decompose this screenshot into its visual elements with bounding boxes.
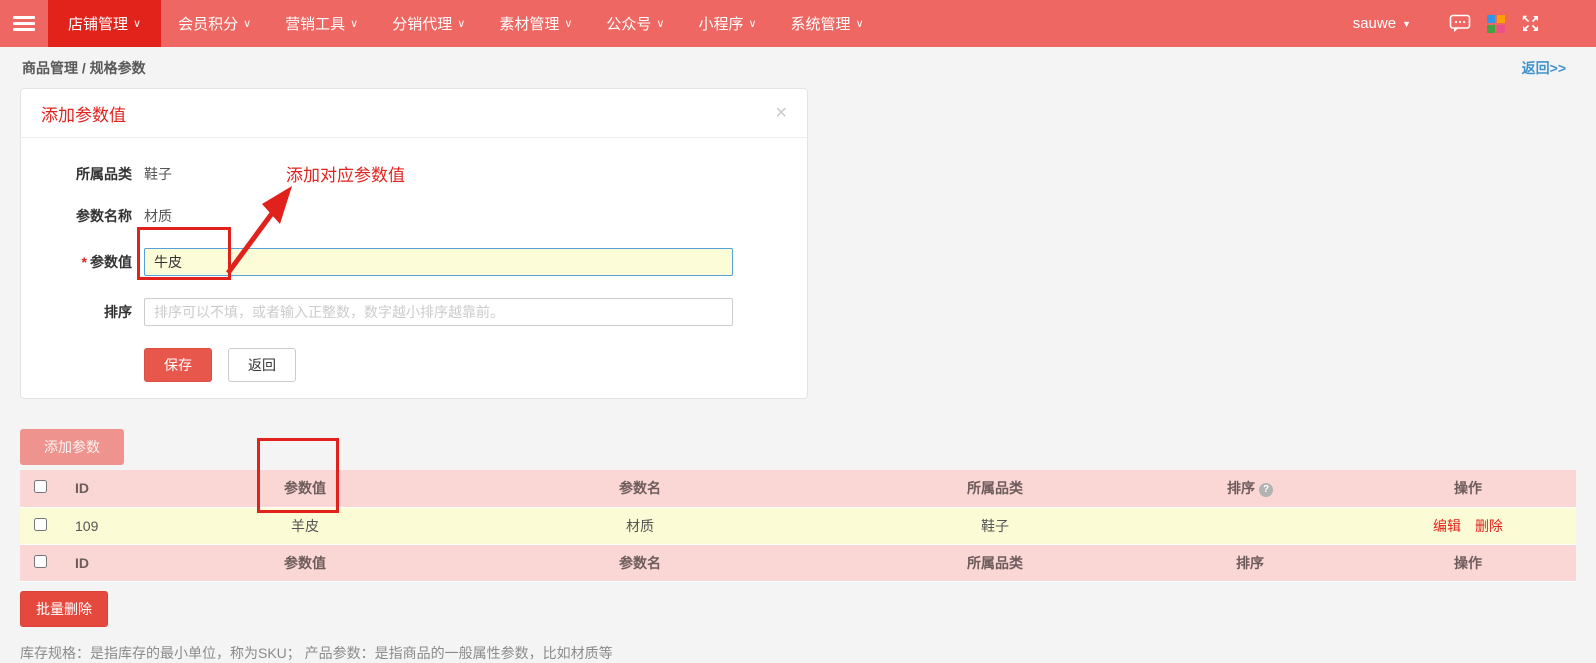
hamburger-icon [13,13,35,34]
add-param-button[interactable]: 添加参数 [20,429,124,465]
footer-category: 所属品类 [850,544,1140,581]
param-value-input[interactable] [144,248,733,276]
param-name-row: 参数名称 材质 [21,206,807,226]
footer-actions: 操作 [1360,544,1576,581]
chevron-down-icon: ∨ [656,17,664,30]
select-all-checkbox[interactable] [34,480,47,493]
messages-button[interactable] [1449,14,1471,33]
username: sauwe [1353,15,1396,32]
help-icon[interactable]: ? [1259,483,1273,497]
breadcrumb: 商品管理 / 规格参数 [22,58,146,78]
param-value-label: *参数值 [21,252,132,272]
chevron-down-icon: ∨ [856,17,864,30]
param-value-row: *参数值 [21,248,807,276]
hamburger-menu-button[interactable] [0,0,48,47]
category-label: 所属品类 [21,164,132,184]
cell-sort [1140,507,1360,544]
select-all-checkbox-bottom[interactable] [34,555,47,568]
panel-title: 添加参数值 [41,101,126,126]
nav-item-marketing-tools[interactable]: 营销工具 ∨ [268,0,375,47]
footer-id: ID [60,544,180,581]
sort-row: 排序 [21,298,807,326]
apps-grid-button[interactable] [1487,15,1505,33]
table-header-row: ID 参数值 参数名 所属品类 排序? 操作 [20,470,1576,507]
header-param-name: 参数名 [430,470,850,507]
footer-param-name: 参数名 [430,544,850,581]
sort-label: 排序 [21,302,132,322]
category-value: 鞋子 [144,164,172,184]
fullscreen-button[interactable] [1521,14,1540,33]
fullscreen-icon [1521,14,1540,33]
nav-item-member-points[interactable]: 会员积分 ∨ [161,0,268,47]
cell-param-value: 羊皮 [180,507,430,544]
header-id: ID [60,470,180,507]
chevron-down-icon: ∨ [350,17,358,30]
required-asterisk: * [82,254,87,270]
nav-item-label: 会员积分 [178,13,238,34]
top-navbar: 店铺管理 ∨ 会员积分 ∨ 营销工具 ∨ 分销代理 ∨ 素材管理 ∨ 公众号 ∨… [0,0,1596,47]
add-param-value-panel: 添加参数值 × 所属品类 鞋子 参数名称 材质 *参数值 排序 保存 返回 [20,88,808,399]
footer-sort: 排序 [1140,544,1360,581]
chevron-down-icon: ∨ [133,17,141,30]
nav-item-label: 素材管理 [499,13,559,34]
row-checkbox[interactable] [34,518,47,531]
nav-item-label: 小程序 [698,13,743,34]
batch-delete-button[interactable]: 批量删除 [20,591,108,627]
save-button[interactable]: 保存 [144,348,212,382]
close-icon[interactable]: × [775,103,787,123]
footer-note: 库存规格：是指库存的最小单位，称为SKU； 产品参数：是指商品的一般属性参数，比… [20,643,1596,663]
navbar-right: sauwe ▼ [1353,0,1596,47]
nav-item-label: 分销代理 [392,13,452,34]
nav-item-label: 公众号 [606,13,651,34]
params-table: ID 参数值 参数名 所属品类 排序? 操作 109 羊皮 材质 鞋子 编辑 删… [20,470,1576,582]
chevron-down-icon: ∨ [564,17,572,30]
header-param-value: 参数值 [180,470,430,507]
param-name-label: 参数名称 [21,206,132,226]
sort-input[interactable] [144,298,733,326]
user-menu[interactable]: sauwe ▼ [1353,15,1411,32]
nav-item-material-management[interactable]: 素材管理 ∨ [482,0,589,47]
nav-item-mini-program[interactable]: 小程序 ∨ [681,0,773,47]
chevron-down-icon: ∨ [748,17,756,30]
delete-link[interactable]: 删除 [1475,518,1503,534]
nav-item-label: 营销工具 [285,13,345,34]
table-row: 109 羊皮 材质 鞋子 编辑 删除 [20,507,1576,544]
panel-header: 添加参数值 × [21,89,807,138]
nav-item-distribution-agent[interactable]: 分销代理 ∨ [375,0,482,47]
header-sort: 排序? [1140,470,1360,507]
chat-bubble-icon [1449,14,1471,33]
edit-link[interactable]: 编辑 [1433,518,1461,534]
panel-body: 所属品类 鞋子 参数名称 材质 *参数值 排序 保存 返回 [21,138,807,398]
nav-item-system-management[interactable]: 系统管理 ∨ [774,0,881,47]
chevron-down-icon: ∨ [243,17,251,30]
param-name-value: 材质 [144,206,172,226]
nav-item-label: 店铺管理 [68,13,128,34]
cell-param-name: 材质 [430,507,850,544]
header-category: 所属品类 [850,470,1140,507]
nav-item-official-account[interactable]: 公众号 ∨ [589,0,681,47]
category-row: 所属品类 鞋子 [21,164,807,184]
cell-category: 鞋子 [850,507,1140,544]
header-actions: 操作 [1360,470,1576,507]
panel-actions: 保存 返回 [144,348,807,382]
back-button[interactable]: 返回 [228,348,296,382]
caret-down-icon: ▼ [1402,19,1411,29]
table-footer-row: ID 参数值 参数名 所属品类 排序 操作 [20,544,1576,581]
back-link[interactable]: 返回>> [1522,58,1566,78]
apps-grid-icon [1487,15,1505,33]
breadcrumb-bar: 商品管理 / 规格参数 返回>> [0,47,1596,88]
footer-param-value: 参数值 [180,544,430,581]
cell-actions: 编辑 删除 [1360,507,1576,544]
nav-item-label: 系统管理 [791,13,851,34]
cell-id: 109 [60,507,180,544]
nav-item-shop-management[interactable]: 店铺管理 ∨ [48,0,161,47]
chevron-down-icon: ∨ [457,17,465,30]
